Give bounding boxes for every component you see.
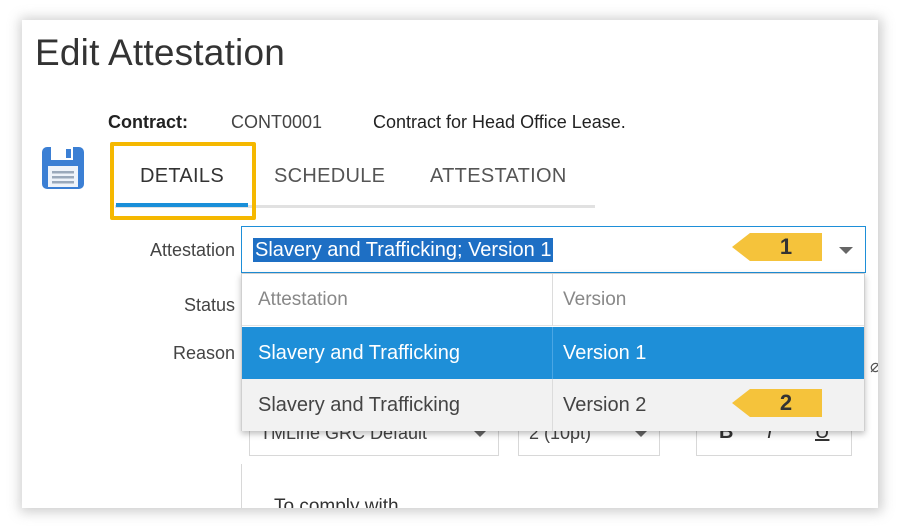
tab-bar: DETAILS SCHEDULE ATTESTATION — [115, 160, 595, 208]
tab-schedule[interactable]: SCHEDULE — [274, 160, 385, 205]
callout-2-number: 2 — [779, 390, 793, 415]
tab-attestation[interactable]: ATTESTATION — [430, 160, 567, 205]
attestation-select-value: Slavery and Trafficking; Version 1 — [253, 238, 554, 262]
dropdown-header: Attestation Version — [242, 274, 864, 326]
option-version: Version 1 — [563, 342, 647, 364]
header-version: Version — [563, 289, 627, 310]
contract-info: Contract: CONT0001 Contract for Head Off… — [22, 112, 878, 136]
dropdown-option[interactable]: Slavery and Trafficking Version 1 — [242, 327, 864, 379]
page-title: Edit Attestation — [35, 32, 286, 73]
chevron-down-icon[interactable] — [839, 247, 853, 254]
edit-attestation-page: Edit Attestation Contract: CONT0001 Cont… — [22, 20, 878, 508]
attach-icon[interactable]: ⌀ — [870, 356, 878, 377]
reason-label: Reason — [172, 343, 235, 363]
option-attestation: Slavery and Trafficking — [242, 379, 553, 431]
attestation-label: Attestation — [149, 240, 235, 260]
more-options-icon[interactable]: ⋮ — [873, 420, 878, 445]
header-attestation: Attestation — [242, 274, 553, 326]
chevron-down-icon — [474, 431, 486, 437]
status-label: Status — [183, 295, 235, 315]
editor-text: To comply with — [274, 496, 399, 508]
contract-description: Contract for Head Office Lease. — [373, 112, 626, 132]
active-tab-indicator — [116, 203, 248, 207]
option-attestation: Slavery and Trafficking — [242, 327, 553, 379]
tab-details[interactable]: DETAILS — [115, 160, 249, 205]
editor-body[interactable]: To comply with — [241, 464, 878, 508]
contract-id: CONT0001 — [231, 112, 323, 132]
callout-1-number: 1 — [779, 234, 793, 259]
contract-label: Contract: — [108, 112, 188, 132]
save-icon[interactable] — [41, 146, 85, 190]
callout-1: 1 — [732, 233, 822, 261]
callout-2: 2 — [732, 389, 822, 417]
chevron-down-icon — [635, 431, 647, 437]
screenshot-frame: Edit Attestation Contract: CONT0001 Cont… — [0, 0, 901, 528]
